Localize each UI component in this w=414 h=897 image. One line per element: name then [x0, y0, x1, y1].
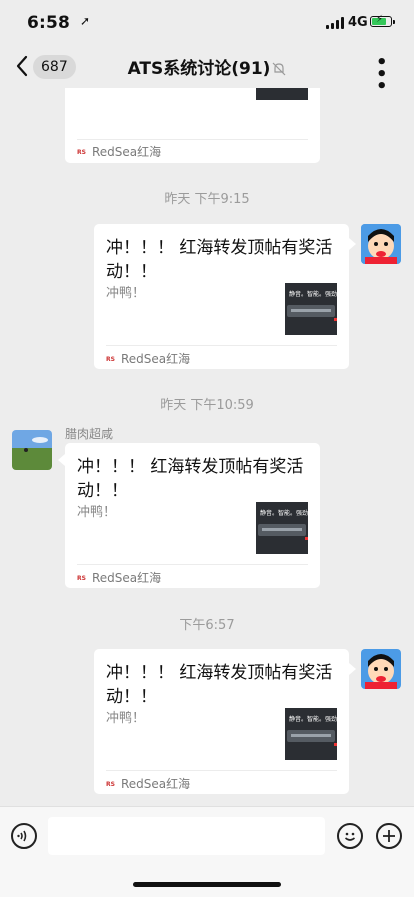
card-source: RS RedSea红海	[77, 571, 162, 585]
sender-name: 腊肉超咸	[65, 427, 114, 441]
bubble-tail	[58, 454, 65, 466]
network-type: 4G	[348, 15, 368, 30]
card-source: RS RedSea红海	[106, 352, 191, 366]
chat-area[interactable]: 静音。智能。强劲。 RSRedSea红海 昨天 下午9:15 冲！！！ 红海转发…	[0, 88, 414, 806]
add-plus-icon[interactable]	[376, 823, 402, 849]
my-avatar[interactable]	[361, 224, 401, 264]
card-title: 冲！！！ 红海转发顶帖有奖活动！！	[77, 457, 304, 501]
timestamp: 昨天 下午9:15	[164, 192, 250, 207]
card-title: 冲！！！ 红海转发顶帖有奖活动！！	[106, 238, 333, 282]
chat-title: ATS系统讨论(91)	[127, 59, 271, 79]
card-description: 冲鸭！	[106, 286, 146, 301]
card-description: 冲鸭！	[106, 711, 146, 726]
card-divider	[106, 345, 337, 346]
status-time: 6:58	[27, 13, 71, 33]
redsea-logo-icon: RS	[77, 149, 86, 156]
sender-avatar[interactable]	[12, 430, 52, 470]
card-divider	[77, 139, 308, 140]
location-arrow-icon: ➚	[80, 14, 91, 28]
mute-bell-icon	[273, 62, 286, 76]
status-bar: 6:58 ➚ 4G ⚡	[0, 0, 414, 44]
article-thumbnail: 静音。智能。强劲。	[256, 502, 308, 554]
chat-header: 687 ATS系统讨论(91) • • •	[0, 44, 414, 96]
card-source: RS RedSea红海	[106, 777, 191, 791]
link-card[interactable]: 冲！！！ 红海转发顶帖有奖活动！！ 冲鸭！ 静音。智能。强劲。 RSRedSea…	[65, 443, 320, 588]
article-thumbnail: 静音。智能。强劲。	[256, 88, 308, 100]
article-thumbnail: 静音。智能。强劲。	[285, 708, 337, 760]
timestamp: 昨天 下午10:59	[160, 398, 254, 413]
home-indicator	[133, 882, 281, 887]
message-input[interactable]	[48, 817, 325, 855]
voice-input-icon[interactable]	[11, 823, 37, 849]
chat-title-wrap: ATS系统讨论(91)	[0, 54, 414, 79]
redsea-logo-icon: RS	[106, 781, 115, 788]
bubble-tail	[349, 663, 356, 675]
timestamp: 下午6:57	[179, 618, 235, 633]
redsea-logo-icon: RS	[106, 356, 115, 363]
link-card[interactable]: 冲！！！ 红海转发顶帖有奖活动！！ 冲鸭！ 静音。智能。强劲。 RSRedSea…	[94, 649, 349, 794]
card-description: 冲鸭！	[77, 505, 117, 520]
signal-icon	[326, 17, 344, 29]
card-divider	[77, 564, 308, 565]
more-options-icon[interactable]: • • •	[376, 54, 398, 96]
emoji-icon[interactable]	[337, 823, 363, 849]
link-card[interactable]: 静音。智能。强劲。 RSRedSea红海	[65, 88, 320, 163]
card-source: RS RedSea红海	[77, 145, 162, 159]
my-avatar[interactable]	[361, 649, 401, 689]
link-card[interactable]: 冲！！！ 红海转发顶帖有奖活动！！ 冲鸭！ 静音。智能。强劲。 RSRedSea…	[94, 224, 349, 369]
card-divider	[106, 770, 337, 771]
card-title: 冲！！！ 红海转发顶帖有奖活动！！	[106, 663, 333, 707]
redsea-logo-icon: RS	[77, 575, 86, 582]
battery-icon: ⚡	[370, 14, 395, 27]
article-thumbnail: 静音。智能。强劲。	[285, 283, 337, 335]
bubble-tail	[349, 238, 356, 250]
